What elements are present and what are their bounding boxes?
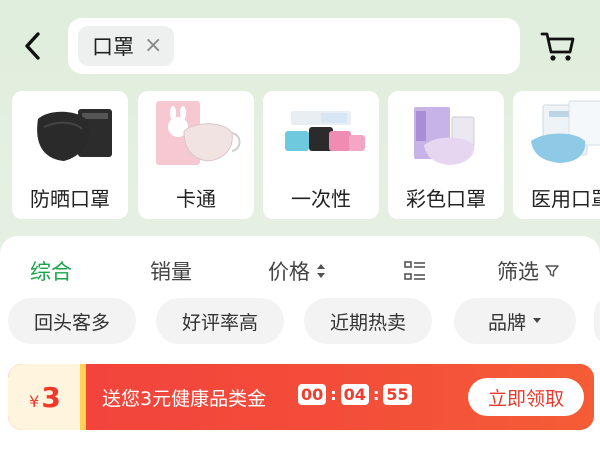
- category-strip: 防晒口罩 卡通 一次性 彩色口罩 医用口: [12, 91, 600, 221]
- filter-chip-brand[interactable]: 品牌: [454, 298, 576, 344]
- cart-icon: [540, 32, 575, 61]
- banner-text: 送您3元健康品类金: [102, 388, 267, 410]
- timer-seconds: 55: [383, 384, 412, 405]
- layout-toggle[interactable]: [404, 257, 426, 285]
- caret-down-icon: [533, 318, 541, 323]
- color-mask-image: [414, 107, 475, 165]
- claim-button[interactable]: 立即领取: [468, 378, 584, 416]
- coupon-currency: ¥: [29, 391, 40, 411]
- close-icon[interactable]: ×: [144, 35, 162, 57]
- countdown-timer: 00 : 04 : 55: [298, 384, 412, 405]
- sort-sales-label: 销量: [150, 260, 192, 284]
- sort-sales[interactable]: 销量: [150, 257, 192, 285]
- cartoon-mask-image: [156, 101, 241, 165]
- list-view-icon: [404, 261, 425, 280]
- sort-price[interactable]: 价格: [268, 257, 326, 285]
- timer-hours: 00: [298, 384, 327, 405]
- filter-chip-hot-sale[interactable]: 近期热卖: [304, 298, 432, 344]
- filter-chip-label: 品牌: [487, 311, 526, 334]
- coupon-banner[interactable]: ¥ 3 送您3元健康品类金 00 : 04 : 55 立即领取: [8, 364, 594, 430]
- sort-comprehensive[interactable]: 综合: [30, 257, 72, 285]
- cart-button[interactable]: [538, 26, 578, 66]
- coupon-divider: [80, 364, 86, 430]
- timer-separator: :: [330, 385, 337, 404]
- filter-button[interactable]: 筛选: [497, 257, 559, 285]
- filter-chip-high-rating[interactable]: 好评率高: [156, 298, 284, 344]
- category-cartoon[interactable]: 卡通: [138, 91, 254, 219]
- sort-arrows-icon: [317, 264, 325, 278]
- chevron-left-icon: [25, 32, 40, 60]
- category-label: 卡通: [176, 187, 216, 211]
- filter-chip-label: 好评率高: [181, 311, 258, 334]
- filter-chip-label: 近期热卖: [329, 311, 406, 334]
- back-button[interactable]: [18, 26, 48, 66]
- sort-comprehensive-label: 综合: [30, 260, 72, 284]
- category-color-mask[interactable]: 彩色口罩: [388, 91, 504, 219]
- timer-separator: :: [372, 385, 380, 404]
- disposable-masks-image: [285, 111, 365, 151]
- funnel-icon: [545, 265, 559, 277]
- search-query-text: 口罩: [92, 35, 134, 59]
- category-disposable[interactable]: 一次性: [263, 91, 379, 219]
- timer-minutes: 04: [340, 384, 369, 405]
- filter-chip-label: 回头客多: [33, 311, 110, 334]
- category-sunscreen-mask[interactable]: 防晒口罩: [12, 91, 128, 219]
- search-query-chip[interactable]: 口罩 ×: [78, 26, 175, 66]
- coupon-value: 3: [41, 380, 61, 414]
- search-input[interactable]: 口罩 ×: [68, 18, 520, 74]
- medical-mask-image: [531, 100, 600, 163]
- filter-label: 筛选: [497, 260, 539, 284]
- coupon-amount: ¥ 3: [8, 364, 82, 430]
- sort-price-label: 价格: [268, 260, 310, 284]
- black-mask-image: [37, 109, 112, 161]
- filter-chip-repeat-customers[interactable]: 回头客多: [8, 298, 136, 344]
- category-medical-mask[interactable]: 医用口罩: [513, 91, 600, 219]
- category-label: 防晒口罩: [30, 187, 110, 211]
- category-label: 医用口罩: [531, 187, 600, 211]
- category-label: 一次性: [291, 187, 351, 211]
- category-label: 彩色口罩: [406, 187, 486, 211]
